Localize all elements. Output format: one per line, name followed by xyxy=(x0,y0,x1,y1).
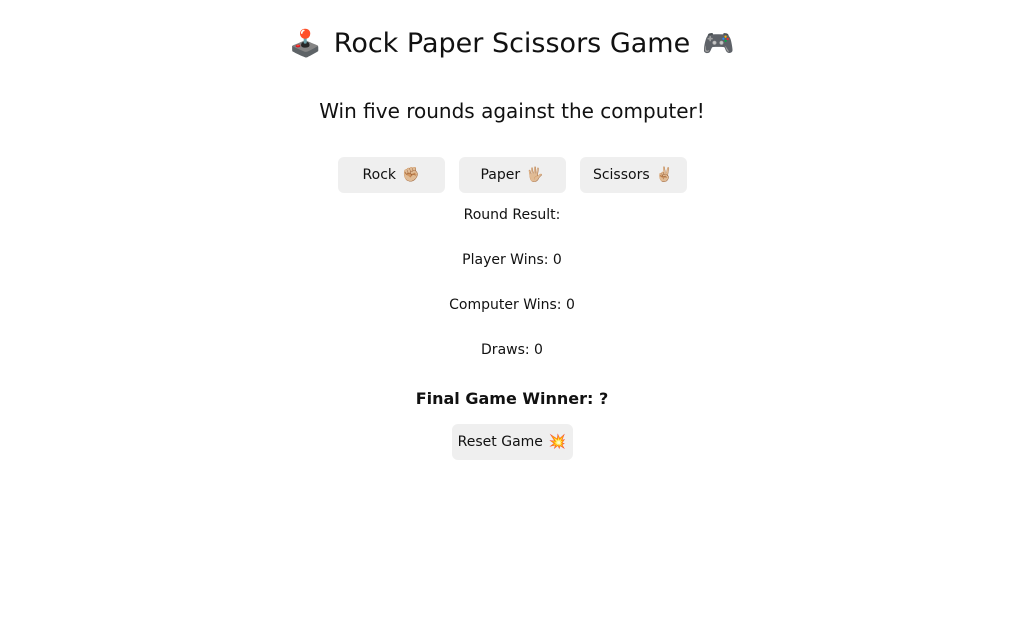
computer-wins: Computer Wins: 0 xyxy=(449,297,575,313)
page-title: 🕹️ Rock Paper Scissors Game 🎮 xyxy=(0,26,1024,62)
paper-button-label: Paper xyxy=(480,167,521,183)
game-page: 🕹️ Rock Paper Scissors Game 🎮 Win five r… xyxy=(0,0,1024,640)
round-result: Round Result: xyxy=(463,207,561,223)
game-controller-icon: 🎮 xyxy=(702,29,735,59)
paper-button[interactable]: Paper 🖐🏼 xyxy=(458,157,566,193)
reset-game-button[interactable]: Reset Game 💥 xyxy=(451,424,573,460)
joystick-icon: 🕹️ xyxy=(289,29,322,59)
scissors-button[interactable]: Scissors ✌🏼 xyxy=(579,157,687,193)
title-text: Rock Paper Scissors Game xyxy=(333,28,691,59)
rock-button[interactable]: Rock ✊🏼 xyxy=(337,157,445,193)
subtitle: Win five rounds against the computer! xyxy=(319,99,705,123)
victory-hand-icon: ✌🏼 xyxy=(655,167,674,183)
final-game-winner: Final Game Winner: ? xyxy=(415,389,609,408)
scissors-button-label: Scissors xyxy=(592,167,650,183)
reset-container: Reset Game 💥 xyxy=(0,424,1024,460)
raised-hand-icon: 🖐🏼 xyxy=(526,167,544,183)
reset-button-label: Reset Game xyxy=(457,434,543,450)
collision-icon: 💥 xyxy=(548,434,567,450)
draws-count: Draws: 0 xyxy=(481,342,543,358)
choice-buttons: Rock ✊🏼 Paper 🖐🏼 Scissors ✌🏼 xyxy=(0,157,1024,193)
rock-button-label: Rock xyxy=(362,167,397,183)
player-wins: Player Wins: 0 xyxy=(462,252,562,268)
fist-icon: ✊🏼 xyxy=(402,167,420,183)
